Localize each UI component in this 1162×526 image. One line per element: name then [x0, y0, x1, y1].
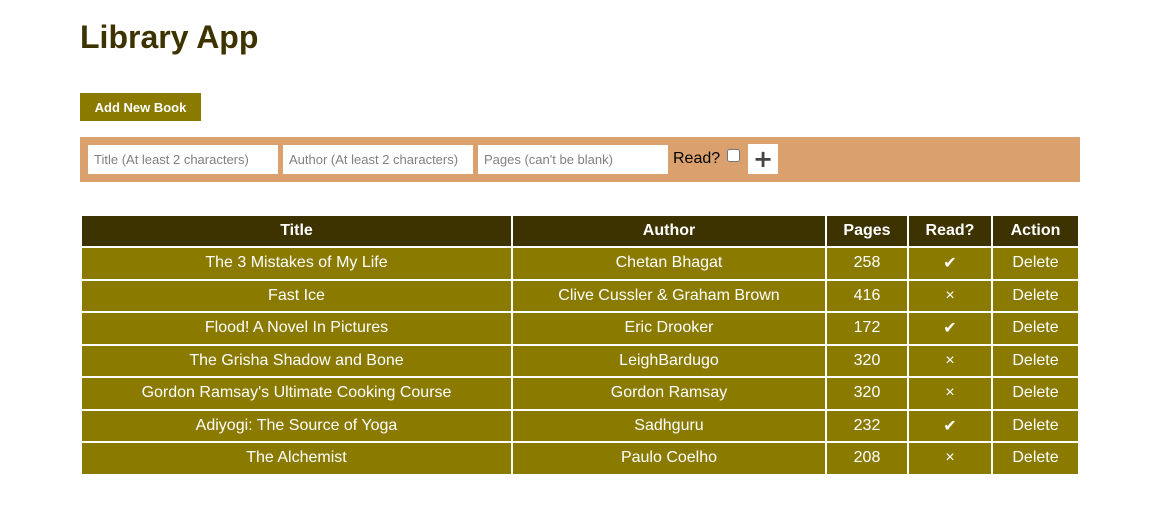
delete-button[interactable]: Delete: [993, 313, 1078, 344]
header-read: Read?: [909, 216, 991, 246]
table-header-row: Title Author Pages Read? Action: [82, 216, 1078, 246]
table-row: Adiyogi: The Source of Yoga Sadhguru 232…: [82, 410, 1078, 441]
delete-button[interactable]: Delete: [993, 345, 1078, 376]
table-row: Fast Ice Clive Cussler & Graham Brown 41…: [82, 280, 1078, 311]
cell-title: Adiyogi: The Source of Yoga: [82, 410, 511, 441]
table-row: Gordon Ramsay's Ultimate Cooking Course …: [82, 378, 1078, 409]
cell-pages: 416: [827, 280, 907, 311]
books-table: Title Author Pages Read? Action The 3 Mi…: [80, 214, 1080, 476]
cell-title: Flood! A Novel In Pictures: [82, 313, 511, 344]
pages-input[interactable]: [478, 145, 668, 174]
table-row: The Alchemist Paulo Coelho 208 × Delete: [82, 443, 1078, 474]
header-action: Action: [993, 216, 1078, 246]
cell-author: Gordon Ramsay: [513, 378, 825, 409]
read-toggle[interactable]: ✔: [909, 313, 991, 344]
read-toggle[interactable]: ✔: [909, 248, 991, 279]
cell-author: Chetan Bhagat: [513, 248, 825, 279]
table-row: Flood! A Novel In Pictures Eric Drooker …: [82, 313, 1078, 344]
cell-title: The Grisha Shadow and Bone: [82, 345, 511, 376]
cell-pages: 320: [827, 378, 907, 409]
cell-title: The Alchemist: [82, 443, 511, 474]
read-toggle[interactable]: ×: [909, 345, 991, 376]
add-new-book-button[interactable]: Add New Book: [80, 93, 201, 121]
table-row: The Grisha Shadow and Bone LeighBardugo …: [82, 345, 1078, 376]
cell-author: Sadhguru: [513, 410, 825, 441]
cell-pages: 208: [827, 443, 907, 474]
cell-author: Paulo Coelho: [513, 443, 825, 474]
delete-button[interactable]: Delete: [993, 410, 1078, 441]
cell-author: Clive Cussler & Graham Brown: [513, 280, 825, 311]
read-toggle[interactable]: ×: [909, 280, 991, 311]
table-row: The 3 Mistakes of My Life Chetan Bhagat …: [82, 248, 1078, 279]
delete-button[interactable]: Delete: [993, 280, 1078, 311]
cell-pages: 258: [827, 248, 907, 279]
header-title: Title: [82, 216, 511, 246]
author-input[interactable]: [283, 145, 473, 174]
read-toggle[interactable]: ×: [909, 378, 991, 409]
cell-pages: 320: [827, 345, 907, 376]
header-author: Author: [513, 216, 825, 246]
read-label: Read?: [673, 150, 721, 167]
cell-pages: 232: [827, 410, 907, 441]
plus-icon: +: [752, 145, 774, 173]
title-input[interactable]: [88, 145, 278, 174]
read-toggle[interactable]: ×: [909, 443, 991, 474]
library-app-page: Library App Add New Book Read? + Title A…: [0, 0, 1162, 526]
new-book-form: Read? +: [80, 137, 1080, 182]
cell-title: Fast Ice: [82, 280, 511, 311]
cell-title: Gordon Ramsay's Ultimate Cooking Course: [82, 378, 511, 409]
header-pages: Pages: [827, 216, 907, 246]
cell-author: LeighBardugo: [513, 345, 825, 376]
delete-button[interactable]: Delete: [993, 248, 1078, 279]
page-title: Library App: [80, 19, 259, 55]
read-checkbox[interactable]: [727, 149, 740, 162]
cell-author: Eric Drooker: [513, 313, 825, 344]
add-book-button[interactable]: +: [748, 144, 778, 174]
delete-button[interactable]: Delete: [993, 443, 1078, 474]
read-toggle[interactable]: ✔: [909, 410, 991, 441]
cell-pages: 172: [827, 313, 907, 344]
cell-title: The 3 Mistakes of My Life: [82, 248, 511, 279]
delete-button[interactable]: Delete: [993, 378, 1078, 409]
